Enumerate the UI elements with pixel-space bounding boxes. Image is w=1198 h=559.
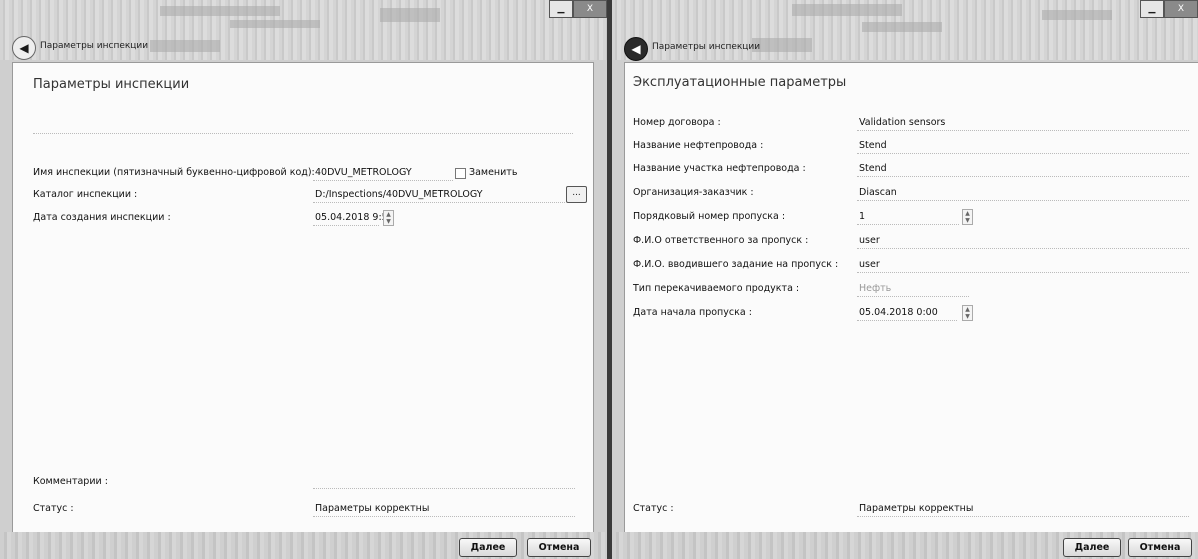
content-panel: Эксплуатационные параметры Номер договор… [624, 62, 1198, 534]
window-title: Параметры инспекции [40, 41, 149, 51]
created-date-input[interactable]: 05.04.2018 9:59 [313, 210, 394, 226]
spin-updown-icon[interactable]: ▲ ▼ [383, 210, 394, 226]
spin-updown-icon[interactable]: ▲ ▼ [962, 209, 973, 225]
pipeline-name-input[interactable]: Stend [857, 138, 1189, 154]
close-button[interactable]: X [1164, 0, 1198, 18]
comments-input[interactable] [313, 473, 575, 489]
window-controls: ▁ X [549, 0, 607, 18]
spin-updown-icon[interactable]: ▲ ▼ [962, 305, 973, 321]
cancel-button[interactable]: Отмена [1128, 538, 1192, 557]
catalog-input[interactable]: D:/Inspections/40DVU_METROLOGY [313, 187, 565, 203]
window-title: Параметры инспекции [652, 42, 761, 52]
run-number-input[interactable]: 1 [857, 209, 959, 225]
minimize-button[interactable]: ▁ [549, 0, 573, 18]
pipeline-name-label: Название нефтепровода : [633, 140, 764, 151]
next-button[interactable]: Далее [1063, 538, 1121, 557]
product-type-select[interactable]: Нефть [857, 281, 969, 297]
status-label: Статус : [633, 503, 674, 514]
contract-number-label: Номер договора : [633, 117, 721, 128]
task-author-label: Ф.И.О. вводившего задание на пропуск : [633, 259, 839, 270]
pipeline-section-input[interactable]: Stend [857, 161, 1189, 177]
run-responsible-label: Ф.И.О ответственного за пропуск : [633, 235, 809, 246]
inspection-name-label: Имя инспекции (пятизначный буквенно-цифр… [33, 167, 315, 178]
window-controls: ▁ X [1140, 0, 1198, 18]
panel-title: Эксплуатационные параметры [633, 75, 847, 90]
catalog-label: Каталог инспекции : [33, 189, 138, 200]
replace-label: Заменить [469, 167, 518, 178]
back-arrow-icon[interactable]: ◀ [12, 36, 36, 60]
pipeline-section-label: Название участка нефтепровода : [633, 163, 806, 174]
content-panel: Параметры инспекции Имя инспекции (пятиз… [12, 62, 594, 534]
comments-label: Комментарии : [33, 476, 108, 487]
run-start-date-input[interactable]: 05.04.2018 0:00 [857, 305, 957, 321]
product-type-label: Тип перекачиваемого продукта : [633, 283, 800, 294]
browse-button[interactable]: ... [566, 186, 587, 203]
panel-title: Параметры инспекции [33, 77, 190, 92]
run-responsible-input[interactable]: user [857, 233, 1189, 249]
task-author-input[interactable]: user [857, 257, 1189, 273]
back-arrow-icon[interactable]: ◀ [624, 37, 648, 61]
run-start-date-label: Дата начала пропуска : [633, 307, 752, 318]
status-label: Статус : [33, 503, 74, 514]
minimize-button[interactable]: ▁ [1140, 0, 1164, 18]
created-date-label: Дата создания инспекции : [33, 212, 171, 223]
right-window: ▁ X ◀ Параметры инспекции Эксплуатационн… [612, 0, 1198, 559]
status-value: Параметры корректны [857, 501, 1189, 517]
left-window: ▁ X ◀ Параметры инспекции Параметры инсп… [0, 0, 607, 559]
close-button[interactable]: X [573, 0, 607, 18]
replace-checkbox[interactable] [455, 168, 466, 179]
customer-label: Организация-заказчик : [633, 187, 754, 198]
cancel-button[interactable]: Отмена [527, 538, 591, 557]
status-value: Параметры корректны [313, 501, 575, 517]
next-button[interactable]: Далее [459, 538, 517, 557]
divider [33, 133, 573, 134]
inspection-name-input[interactable]: 40DVU_METROLOGY [313, 165, 453, 181]
customer-input[interactable]: Diascan [857, 185, 1189, 201]
titlebar [0, 0, 607, 60]
contract-number-input[interactable]: Validation sensors [857, 115, 1189, 131]
run-number-label: Порядковый номер пропуска : [633, 211, 786, 222]
